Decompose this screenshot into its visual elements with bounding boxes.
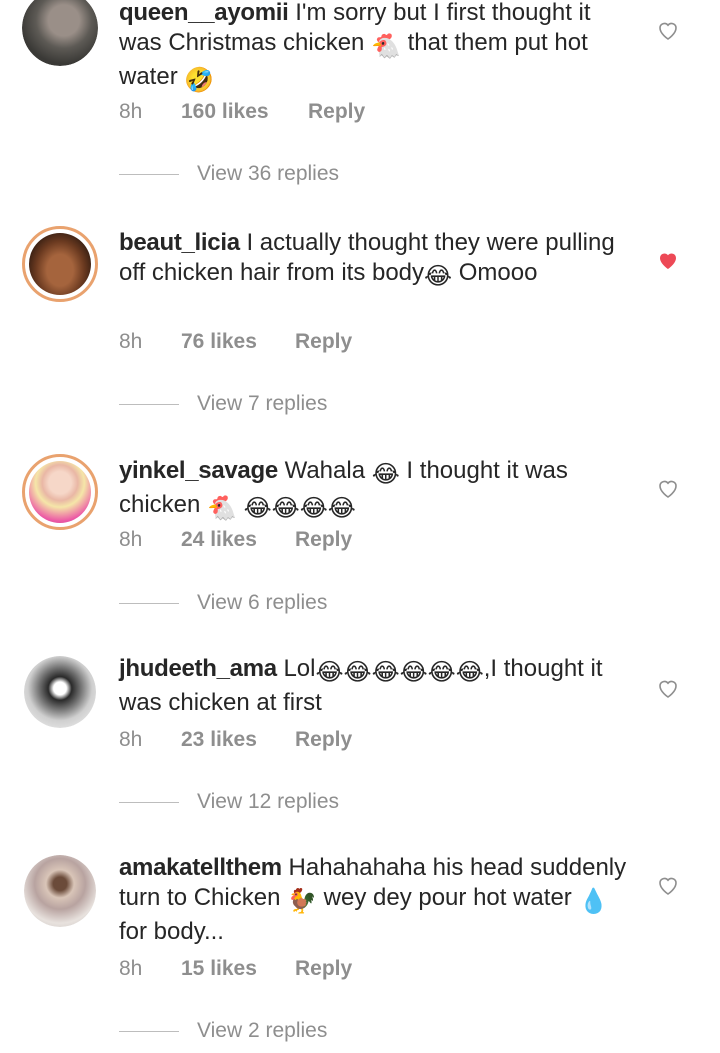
comment-body: Omooo: [452, 259, 538, 286]
comment-likes[interactable]: 24 likes: [181, 528, 295, 552]
reply-button[interactable]: Reply: [295, 728, 352, 752]
view-replies-label: View 2 replies: [197, 1019, 328, 1042]
heart-icon[interactable]: [656, 873, 680, 897]
heart-icon[interactable]: [656, 676, 680, 700]
comment-meta: 8h 23 likes Reply: [119, 728, 352, 752]
comment-likes[interactable]: 160 likes: [181, 100, 308, 124]
comment-time: 8h: [119, 957, 143, 980]
comment-time: 8h: [119, 330, 143, 353]
comment-meta: 8h 160 likes Reply: [119, 100, 365, 124]
view-replies-button[interactable]: View 6 replies: [119, 591, 327, 615]
view-replies-button[interactable]: View 12 replies: [119, 790, 339, 814]
comment-likes[interactable]: 15 likes: [181, 957, 295, 981]
droplet-emoji: 💧: [578, 888, 609, 915]
avatar[interactable]: [22, 454, 98, 530]
comment-text: yinkel_savage Wahala 😂 I thought it was …: [119, 456, 639, 524]
rolling-laugh-emoji: 🤣: [184, 67, 215, 94]
reply-button[interactable]: Reply: [295, 528, 352, 552]
chicken-emoji: 🐔: [371, 33, 401, 60]
comment-username[interactable]: queen__ayomii: [119, 0, 289, 26]
comment-text: amakatellthem Hahahahaha his head sudden…: [119, 853, 639, 947]
rooster-emoji: 🐓: [287, 888, 317, 915]
view-replies-button[interactable]: View 2 replies: [119, 1019, 327, 1043]
comment-likes[interactable]: 76 likes: [181, 330, 295, 354]
heart-icon[interactable]: [656, 18, 680, 42]
comment-body: Wahala: [284, 457, 372, 484]
comment-time: 8h: [119, 528, 143, 551]
divider: [119, 173, 179, 175]
avatar[interactable]: [22, 226, 98, 302]
comment-time: 8h: [119, 100, 143, 123]
view-replies-label: View 7 replies: [197, 392, 328, 415]
comment-time: 8h: [119, 728, 143, 751]
avatar[interactable]: [24, 855, 96, 927]
reply-button[interactable]: Reply: [295, 330, 352, 354]
divider: [119, 801, 179, 803]
comment-username[interactable]: amakatellthem: [119, 854, 282, 881]
comment-meta: 8h 24 likes Reply: [119, 528, 352, 552]
comment-body: wey dey pour hot water: [316, 884, 579, 911]
divider: [119, 1030, 179, 1032]
heart-icon[interactable]: [656, 476, 680, 500]
comment-body: Lol: [283, 655, 316, 682]
comment-username[interactable]: jhudeeth_ama: [119, 655, 277, 682]
reply-button[interactable]: Reply: [295, 957, 352, 981]
comment-text: beaut_licia I actually thought they were…: [119, 228, 639, 292]
view-replies-label: View 6 replies: [197, 591, 328, 614]
view-replies-label: View 12 replies: [197, 790, 340, 813]
avatar[interactable]: [24, 656, 96, 728]
comment-username[interactable]: beaut_licia: [119, 229, 240, 256]
tears-of-joy-emoji: 😂😂😂😂😂😂: [315, 659, 484, 686]
view-replies-label: View 36 replies: [197, 162, 340, 185]
divider: [119, 403, 179, 405]
comment-text: jhudeeth_ama Lol😂😂😂😂😂😂,I thought it was …: [119, 654, 639, 718]
comment-username[interactable]: yinkel_savage: [119, 457, 278, 484]
tears-of-joy-emoji: 😂: [371, 461, 400, 488]
comment-meta: 8h 76 likes Reply: [119, 330, 352, 354]
view-replies-button[interactable]: View 7 replies: [119, 392, 327, 416]
chicken-emoji: 🐔: [207, 495, 237, 522]
comment-body: for body...: [119, 918, 224, 945]
comment-text: queen__ayomii I'm sorry but I first thou…: [119, 0, 639, 96]
divider: [119, 602, 179, 604]
reply-button[interactable]: Reply: [308, 100, 365, 124]
comment-likes[interactable]: 23 likes: [181, 728, 295, 752]
tears-of-joy-emoji: 😂😂😂😂: [243, 495, 356, 522]
comment-meta: 8h 15 likes Reply: [119, 957, 352, 981]
view-replies-button[interactable]: View 36 replies: [119, 162, 339, 186]
tears-of-joy-emoji: 😂: [424, 263, 453, 290]
avatar[interactable]: [22, 0, 98, 66]
heart-filled-icon[interactable]: [656, 248, 680, 272]
